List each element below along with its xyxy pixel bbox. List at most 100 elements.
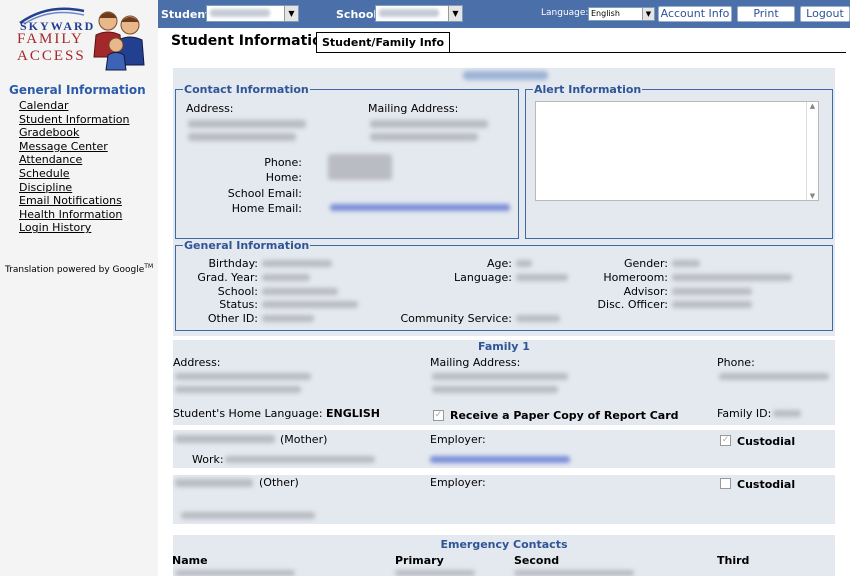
nav-health-information[interactable]: Health Information <box>19 208 129 222</box>
nav-gradebook[interactable]: Gradebook <box>19 126 129 140</box>
advisor-label: Advisor: <box>623 285 668 298</box>
guardian1-employer-label: Employer: <box>430 433 486 446</box>
nav-email-notifications[interactable]: Email Notifications <box>19 194 129 208</box>
emergency-col-second: Second <box>514 554 560 567</box>
family-heading: Family 1 <box>478 340 530 353</box>
address-line-redacted <box>188 120 306 128</box>
title-divider <box>316 52 846 53</box>
guardian2-relation: (Other) <box>259 476 299 489</box>
general-information-legend: General Information <box>184 239 310 252</box>
logout-button[interactable]: Logout <box>800 6 850 22</box>
guardian2-custodial-checkbox[interactable] <box>720 478 731 489</box>
nav-list: Calendar Student Information Gradebook M… <box>19 99 129 235</box>
community-service-label: Community Service: <box>400 312 512 325</box>
home-email-link-redacted[interactable] <box>330 204 510 211</box>
sidebar: SKYWARD FAMILY ACCESS General Informatio… <box>0 0 158 576</box>
student-info-panel: Contact Information Address: Mailing Add… <box>172 68 835 576</box>
phone-redacted <box>328 154 392 180</box>
alert-scrollbar[interactable]: ▲ ▼ <box>806 102 818 200</box>
scroll-up-icon[interactable]: ▲ <box>807 102 818 110</box>
guardian1-name-redacted <box>175 435 275 443</box>
skyward-family-access-logo[interactable]: SKYWARD FAMILY ACCESS <box>8 5 148 71</box>
mailing-address-label: Mailing Address: <box>368 102 459 115</box>
advisor-redacted <box>672 288 752 295</box>
language-label-general: Language: <box>454 271 512 284</box>
trademark: TM <box>144 263 154 270</box>
guardian2-name-redacted <box>175 479 253 487</box>
top-bar: Student: ▼ School: ▼ Language: English ▼… <box>158 0 850 28</box>
nav-student-information[interactable]: Student Information <box>19 113 129 127</box>
nav-attendance[interactable]: Attendance <box>19 153 129 167</box>
print-button[interactable]: Print <box>737 6 795 22</box>
chevron-down-icon: ▼ <box>642 8 654 20</box>
homeroom-redacted <box>672 274 792 281</box>
guardian1-relation: (Mother) <box>280 433 328 446</box>
age-label: Age: <box>487 257 512 270</box>
mailing-address-line-redacted <box>370 120 488 128</box>
spacer <box>173 468 835 475</box>
nav-login-history[interactable]: Login History <box>19 221 129 235</box>
family-phone-label: Phone: <box>717 356 755 369</box>
guardian1-work-phone-redacted <box>225 456 375 463</box>
home-language-label: Student's Home Language: ENGLISH <box>173 407 380 420</box>
alert-textarea[interactable]: ▲ ▼ <box>535 101 819 201</box>
family-mailing-redacted <box>432 386 558 393</box>
contact-information-legend: Contact Information <box>184 83 309 96</box>
spacer <box>173 425 835 430</box>
other-id-redacted <box>262 315 314 322</box>
gender-label: Gender: <box>623 257 668 270</box>
status-label: Status: <box>219 298 258 311</box>
guardian2-employer-label: Employer: <box>430 476 486 489</box>
language-select[interactable]: English ▼ <box>588 7 655 21</box>
student-select-value <box>210 9 270 17</box>
guardian1-employer-link-redacted[interactable] <box>430 456 570 463</box>
page-title: Student Information <box>171 33 332 49</box>
emergency-col-primary: Primary <box>395 554 444 567</box>
alert-information-box: Alert Information ▲ ▼ <box>525 83 833 239</box>
family-phone-redacted <box>719 373 829 380</box>
contact-information-box: Contact Information Address: Mailing Add… <box>175 83 519 239</box>
school-redacted <box>262 288 338 295</box>
homeroom-label: Homeroom: <box>603 271 668 284</box>
logo-access-text: ACCESS <box>17 48 86 64</box>
birthday-redacted <box>262 260 332 267</box>
nav-heading[interactable]: General Information <box>9 83 146 97</box>
family-address-redacted <box>175 386 301 393</box>
school-email-label: School Email: <box>227 187 302 200</box>
logo-family-text: FAMILY <box>17 31 84 47</box>
main-content: Student Information Student/Family Info … <box>158 28 850 576</box>
family-id-redacted <box>773 410 801 417</box>
guardian2-custodial-label: Custodial <box>737 478 796 491</box>
guardian1-custodial-label: Custodial <box>737 435 796 448</box>
tab-student-family-info[interactable]: Student/Family Info <box>316 32 451 52</box>
age-redacted <box>516 260 532 267</box>
scroll-down-icon[interactable]: ▼ <box>807 192 818 200</box>
phone-label: Phone: <box>264 156 302 169</box>
nav-discipline[interactable]: Discipline <box>19 181 129 195</box>
family-address-label: Address: <box>173 356 221 369</box>
chevron-down-icon: ▼ <box>284 6 298 21</box>
disc-officer-label: Disc. Officer: <box>597 298 668 311</box>
general-information-box: General Information Birthday: Grad. Year… <box>175 239 833 331</box>
account-info-button[interactable]: Account Info <box>658 6 732 22</box>
grad-year-label: Grad. Year: <box>197 271 258 284</box>
alert-information-legend: Alert Information <box>534 83 642 96</box>
home-email-label: Home Email: <box>231 202 302 215</box>
language-select-value: English <box>591 9 620 18</box>
nav-message-center[interactable]: Message Center <box>19 140 129 154</box>
nav-calendar[interactable]: Calendar <box>19 99 129 113</box>
translation-credit: Translation powered by GoogleTM <box>5 263 153 275</box>
student-select[interactable]: ▼ <box>206 5 299 22</box>
nav-schedule[interactable]: Schedule <box>19 167 129 181</box>
family-id-label: Family ID: <box>717 407 772 420</box>
language-label: Language: <box>541 8 589 18</box>
family-address-redacted <box>175 373 311 380</box>
school-label-general: School: <box>217 285 258 298</box>
guardian1-custodial-checkbox[interactable]: ✓ <box>720 435 731 446</box>
paper-copy-checkbox[interactable]: ✓ <box>433 410 444 421</box>
school-select-value <box>379 9 439 17</box>
family-mailing-address-label: Mailing Address: <box>430 356 521 369</box>
emergency-col-name: Name <box>172 554 208 567</box>
school-select[interactable]: ▼ <box>375 5 463 22</box>
other-id-label: Other ID: <box>207 312 258 325</box>
